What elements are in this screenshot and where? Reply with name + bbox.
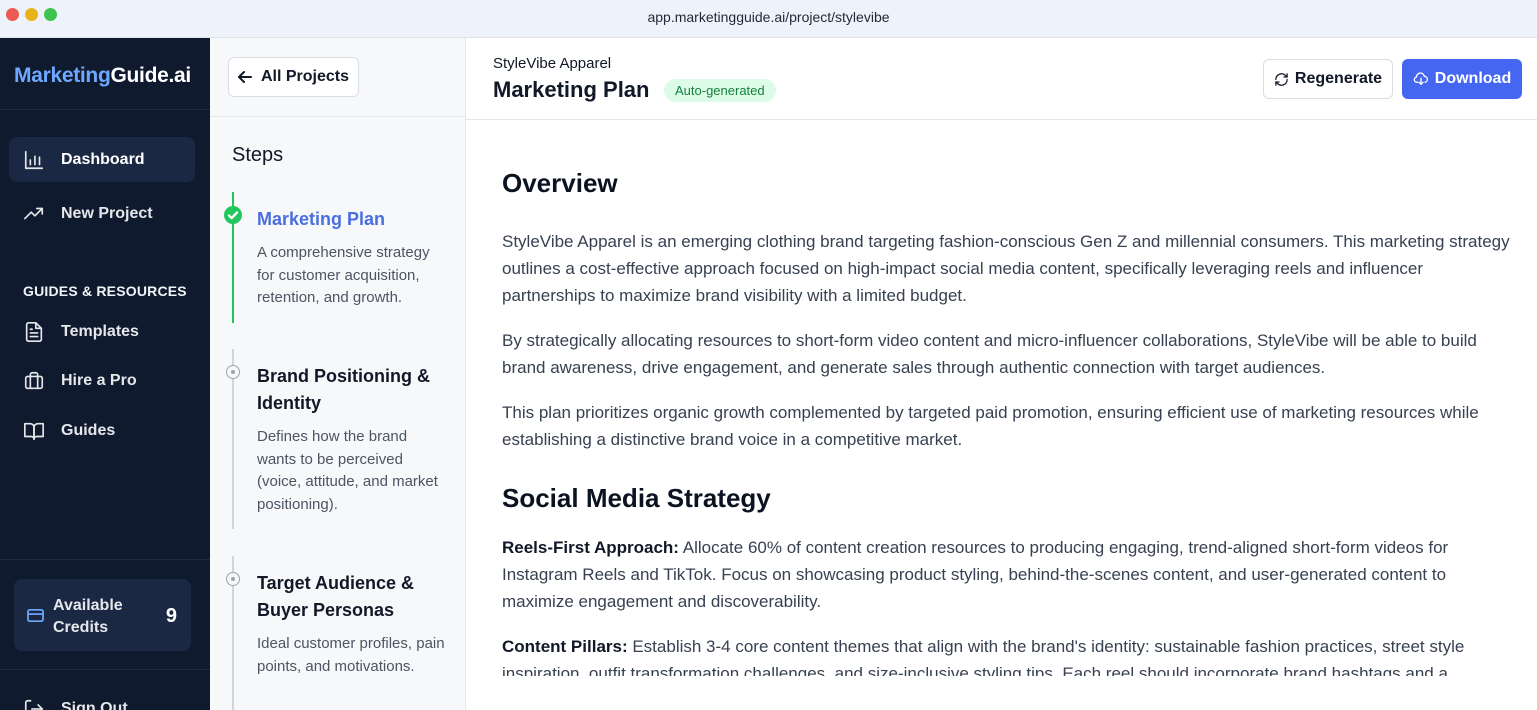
download-button[interactable]: Download (1402, 59, 1522, 99)
sidebar-divider (0, 669, 210, 670)
paragraph: Content Pillars: Establish 3-4 core cont… (502, 633, 1512, 676)
download-label: Download (1434, 70, 1512, 87)
trending-up-icon (24, 207, 44, 219)
section-heading-overview: Overview (502, 168, 618, 198)
sidebar-item-guides[interactable]: Guides (9, 408, 195, 453)
sidebar-item-label: Hire a Pro (61, 371, 137, 389)
paragraph: StyleVibe Apparel is an emerging clothin… (502, 232, 1510, 305)
sidebar-item-label: New Project (61, 204, 153, 222)
steps-divider (210, 116, 465, 117)
refresh-icon (1275, 72, 1288, 86)
marketing-plan-document: Overview StyleVibe Apparel is an emergin… (502, 120, 1512, 676)
sidebar-item-label: Dashboard (61, 150, 145, 168)
step-description: Ideal customer profiles, pain points, an… (257, 635, 445, 675)
all-projects-button[interactable]: All Projects (228, 57, 359, 97)
paragraph-lead: Reels-First Approach: (502, 538, 679, 557)
browser-titlebar: app.marketingguide.ai/project/stylevibe (0, 0, 1537, 38)
regenerate-label: Regenerate (1294, 70, 1383, 87)
regenerate-button[interactable]: Regenerate (1263, 59, 1393, 99)
page-title: Marketing Plan (493, 77, 650, 102)
credits-value: 9 (165, 605, 177, 627)
steps-heading: Steps (232, 144, 284, 166)
briefcase-icon (24, 371, 44, 389)
sidebar-item-label: Guides (61, 421, 116, 439)
sidebar-divider (0, 109, 210, 110)
step-description: A comprehensive strategy for customer ac… (257, 244, 430, 306)
paragraph: Reels-First Approach: Allocate 60% of co… (502, 534, 1512, 615)
status-badge: Auto-generated (664, 79, 776, 102)
sidebar-item-label: Templates (61, 322, 139, 340)
cloud-download-icon (1413, 72, 1428, 85)
step-complete-marker (224, 206, 242, 224)
sidebar: MarketingGuide.ai Dashboard New Project … (0, 38, 210, 710)
step-pending-marker (226, 365, 240, 379)
paragraph-lead: Content Pillars: (502, 637, 628, 656)
step-pending-marker (226, 572, 240, 586)
book-icon (24, 422, 44, 440)
project-name: StyleVibe Apparel (493, 55, 612, 72)
step-title-marketing-plan[interactable]: Marketing Plan (257, 206, 447, 233)
sign-out-label: Sign Out (61, 700, 128, 710)
step-title-target-audience[interactable]: Target Audience & Buyer Personas (257, 570, 447, 624)
sidebar-item-hire-a-pro[interactable]: Hire a Pro (9, 358, 195, 403)
sign-out-button[interactable]: Sign Out (23, 698, 128, 710)
credits-card: Available Credits 9 (14, 579, 191, 651)
steps-panel: All Projects Steps Marketing Plan A comp… (210, 38, 466, 710)
paragraph: By strategically allocating resources to… (502, 331, 1477, 377)
bar-chart-icon (24, 150, 44, 169)
credit-card-icon (27, 608, 44, 623)
step-title-brand-positioning[interactable]: Brand Positioning & Identity (257, 363, 447, 417)
paragraph-text: Establish 3-4 core content themes that a… (502, 637, 1465, 676)
paragraph: This plan prioritizes organic growth com… (502, 403, 1479, 449)
sidebar-item-dashboard[interactable]: Dashboard (9, 137, 195, 182)
credits-label: Available Credits (53, 597, 123, 636)
brand-logo[interactable]: MarketingGuide.ai (14, 64, 191, 88)
sidebar-item-new-project[interactable]: New Project (9, 191, 195, 236)
arrow-left-icon (237, 71, 252, 83)
brand-name-part2: Guide.ai (110, 64, 192, 87)
main-content: StyleVibe Apparel Marketing Plan Auto-ge… (466, 38, 1537, 710)
log-out-icon (24, 699, 44, 710)
document-icon (25, 321, 43, 342)
section-label-guides: GUIDES & RESOURCES (23, 283, 187, 299)
step-description: Defines how the brand wants to be percei… (257, 428, 438, 513)
all-projects-label: All Projects (260, 68, 350, 85)
brand-name-part1: Marketing (14, 64, 111, 87)
address-bar[interactable]: app.marketingguide.ai/project/stylevibe (0, 9, 1537, 25)
sidebar-item-templates[interactable]: Templates (9, 309, 195, 354)
section-heading-social-media: Social Media Strategy (502, 483, 771, 513)
check-icon (227, 211, 239, 220)
sidebar-divider (0, 559, 210, 560)
